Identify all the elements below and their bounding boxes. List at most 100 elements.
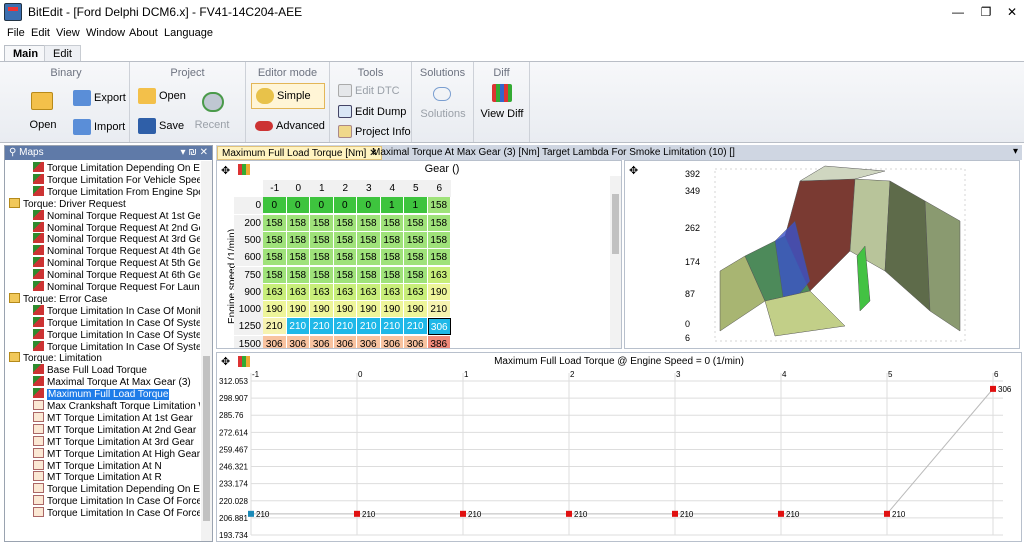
table-cell[interactable]: 190 <box>286 301 310 319</box>
tree-item[interactable]: MT Torque Limitation At 1st Gear <box>33 411 193 424</box>
tree-item[interactable]: MT Torque Limitation At 3rd Gear <box>33 435 194 448</box>
tree-item[interactable]: Torque Limitation In Case Of System Err <box>33 328 200 341</box>
tree-item[interactable]: Torque Limitation Depending On Enviro <box>33 162 200 174</box>
data-point[interactable] <box>566 510 572 517</box>
table-cell[interactable]: 1 <box>380 197 404 215</box>
table-cell[interactable]: 158 <box>286 249 310 267</box>
table-cell[interactable]: 158 <box>357 214 381 232</box>
table-cell[interactable]: 210 <box>263 318 287 336</box>
solutions-button[interactable]: Solutions <box>412 108 474 120</box>
table-cell[interactable]: 306 <box>404 335 428 348</box>
table-cell[interactable]: 158 <box>380 266 404 284</box>
table-cell[interactable]: 190 <box>310 301 334 319</box>
data-point[interactable] <box>884 510 890 517</box>
table-cell[interactable]: 158 <box>404 266 428 284</box>
table-cell[interactable]: 163 <box>310 283 334 301</box>
tree-item[interactable]: Torque Limitation In Case Of Forced Mc <box>33 507 200 519</box>
table-cell[interactable]: 158 <box>310 266 334 284</box>
tree-item[interactable]: MT Torque Limitation At R <box>33 471 162 483</box>
project-open-button[interactable]: Open <box>138 88 186 104</box>
data-point[interactable] <box>672 510 678 517</box>
table-cell[interactable]: 158 <box>404 249 428 267</box>
project-save-button[interactable]: Save <box>138 118 184 134</box>
table-cell[interactable]: 1 <box>404 197 428 215</box>
table-cell[interactable]: 0 <box>333 197 357 215</box>
table-cell[interactable]: 0 <box>263 197 287 215</box>
table-cell[interactable]: 163 <box>380 283 404 301</box>
tree-item[interactable]: Torque Limitation In Case Of Monitorinc <box>33 304 200 317</box>
table-cell[interactable]: 158 <box>380 214 404 232</box>
table-cell[interactable]: 158 <box>263 266 287 284</box>
menu-edit[interactable]: Edit <box>31 27 50 39</box>
table-cell[interactable]: 158 <box>357 231 381 249</box>
table-cell[interactable]: 158 <box>263 231 287 249</box>
tree-item[interactable]: MT Torque Limitation At 2nd Gear <box>33 423 196 436</box>
table-cell[interactable]: 0 <box>286 197 310 215</box>
tree-item[interactable]: Nominal Torque Request At 2nd Gear <box>33 221 200 234</box>
tree-item[interactable]: Base Full Load Torque <box>33 364 147 376</box>
table-cell[interactable]: 0 <box>310 197 334 215</box>
colormap-icon[interactable] <box>238 164 250 175</box>
project-info-button[interactable]: Project Info <box>338 125 411 138</box>
table-cell[interactable]: 158 <box>427 197 451 215</box>
doc-tab-max-torque-max-gear[interactable]: Maximal Torque At Max Gear (3) [Nm] <box>368 146 544 160</box>
table-cell[interactable]: 190 <box>427 283 451 301</box>
table-cell[interactable]: 306 <box>286 335 310 348</box>
tree-item[interactable]: Max Crankshaft Torque Limitation With <box>33 400 200 412</box>
tree-item[interactable]: Maximum Full Load Torque <box>33 388 170 401</box>
data-point[interactable] <box>990 385 996 392</box>
minimize-button[interactable]: — <box>944 2 972 22</box>
restore-button[interactable]: ❐ <box>972 2 1000 22</box>
tree-item[interactable]: Torque Limitation In Case Of System Err <box>33 316 200 329</box>
table-cell[interactable]: 158 <box>357 249 381 267</box>
data-point[interactable] <box>778 510 784 517</box>
table-cell[interactable]: 158 <box>333 231 357 249</box>
table-cell[interactable]: 163 <box>404 283 428 301</box>
table-cell[interactable]: 386 <box>427 335 451 348</box>
close-button[interactable]: ✕ <box>998 2 1024 22</box>
table-cell[interactable]: 306 <box>380 335 404 348</box>
table-cell[interactable]: 158 <box>286 231 310 249</box>
tree-item[interactable]: Nominal Torque Request At 6th Gear <box>33 269 200 281</box>
table-cell[interactable]: 190 <box>263 301 287 319</box>
tree-item[interactable]: Torque Limitation In Case Of Forced Bit <box>33 495 200 507</box>
table-cell[interactable]: 158 <box>310 231 334 249</box>
tree-item[interactable]: Nominal Torque Request For Launch Co <box>33 281 200 293</box>
table-cell[interactable]: 210 <box>380 318 404 336</box>
binary-open-button[interactable]: Open <box>23 119 63 131</box>
table-cell[interactable]: 158 <box>427 231 451 249</box>
tree-folder[interactable]: Torque: Error Case <box>9 292 107 305</box>
table-cell[interactable]: 163 <box>263 283 287 301</box>
menu-view[interactable]: View <box>56 27 80 39</box>
doc-tab-max-full-load-torque[interactable]: Maximum Full Load Torque [Nm] ✕ <box>217 146 383 160</box>
data-point[interactable] <box>354 510 360 517</box>
doc-tab-target-lambda[interactable]: Target Lambda For Smoke Limitation (10) … <box>538 146 739 160</box>
table-cell[interactable]: 158 <box>333 266 357 284</box>
menu-about[interactable]: About <box>129 27 158 39</box>
view-diff-button[interactable]: View Diff <box>474 108 530 120</box>
table-cell[interactable]: 163 <box>427 266 451 284</box>
table-cell[interactable]: 158 <box>427 249 451 267</box>
table-cell[interactable]: 306 <box>263 335 287 348</box>
table-cell[interactable]: 163 <box>333 283 357 301</box>
edit-dtc-button[interactable]: Edit DTC <box>338 84 400 97</box>
table-cell[interactable]: 210 <box>310 318 334 336</box>
tree-item[interactable]: Nominal Torque Request At 1st Gear <box>33 209 200 222</box>
tree-item[interactable]: Torque Limitation Depending On Engin <box>33 483 200 495</box>
panel-controls[interactable]: ▾ ₪ ✕ <box>181 146 208 160</box>
table-cell[interactable]: 210 <box>333 318 357 336</box>
table-cell[interactable]: 158 <box>310 214 334 232</box>
binary-export-button[interactable]: Export <box>73 90 126 106</box>
simple-mode-button[interactable]: Simple <box>251 83 325 109</box>
tree-item[interactable]: Nominal Torque Request At 4th Gear <box>33 245 200 257</box>
move-icon[interactable]: ✥ <box>221 164 230 177</box>
table-cell[interactable]: 190 <box>380 301 404 319</box>
surface-3d-graph[interactable]: ✥ 392 349 262 174 87 0 6 <box>624 160 1020 349</box>
scroll-thumb[interactable] <box>612 194 619 254</box>
table-cell[interactable]: 158 <box>380 231 404 249</box>
grid-scrollbar[interactable] <box>610 176 621 348</box>
menu-window[interactable]: Window <box>86 27 125 39</box>
move-icon[interactable]: ✥ <box>629 164 638 177</box>
tab-menu-icon[interactable]: ▾ <box>1013 146 1018 157</box>
table-cell[interactable]: 306 <box>310 335 334 348</box>
